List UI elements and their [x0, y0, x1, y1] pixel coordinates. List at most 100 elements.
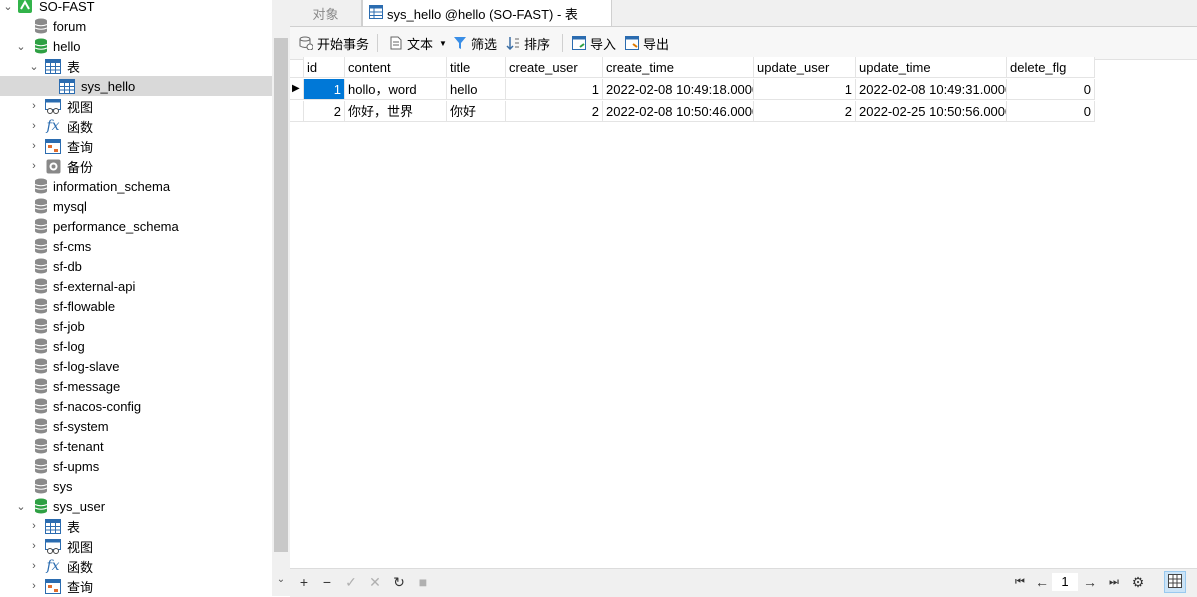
grid-cell[interactable]: 2022-02-08 10:49:18.0000	[603, 79, 754, 100]
tree-item[interactable]: ⌄ sys_user	[0, 496, 272, 516]
filter-button[interactable]: 筛选	[452, 33, 497, 53]
previous-page-icon[interactable]: ←	[1034, 574, 1050, 590]
chevron-right-icon[interactable]: ›	[28, 580, 40, 592]
column-header[interactable]: create_user	[506, 57, 603, 78]
tab-objects[interactable]: 对象	[290, 0, 362, 26]
grid-cell[interactable]: 2	[304, 101, 345, 122]
tree-item[interactable]: › 表	[0, 516, 272, 536]
discard-changes-icon[interactable]: ✕	[367, 574, 383, 590]
tree-item[interactable]: performance_schema	[0, 216, 272, 236]
tree-item[interactable]: information_schema	[0, 176, 272, 196]
first-page-icon[interactable]: ⏮	[1012, 574, 1028, 590]
chevron-right-icon[interactable]: ›	[28, 520, 40, 532]
tree-item[interactable]: sf-db	[0, 256, 272, 276]
text-button[interactable]: 文本 ▼	[388, 33, 447, 53]
tree-item[interactable]: sf-log-slave	[0, 356, 272, 376]
tree-item[interactable]: › 视图	[0, 536, 272, 556]
last-page-icon[interactable]: ⏭	[1106, 574, 1122, 590]
settings-icon[interactable]: ⚙	[1130, 574, 1146, 590]
tree-item[interactable]: sf-external-api	[0, 276, 272, 296]
stop-icon[interactable]: ■	[415, 574, 431, 590]
begin-transaction-button[interactable]: 开始事务	[298, 33, 369, 53]
tree-item[interactable]: › fx 函数	[0, 116, 272, 136]
tree-connection[interactable]: ⌄ SO-FAST	[0, 0, 272, 16]
chevron-down-icon[interactable]: ⌄	[15, 500, 27, 513]
grid-cell[interactable]: hello	[447, 79, 506, 100]
scroll-down-icon[interactable]: ⌄	[274, 574, 288, 590]
tree-item[interactable]: › 查询	[0, 136, 272, 156]
chevron-down-icon[interactable]: ⌄	[15, 40, 27, 53]
column-header[interactable]: update_time	[856, 57, 1007, 78]
chevron-down-icon[interactable]: ⌄	[28, 60, 40, 73]
sidebar-scrollbar[interactable]: ⌄	[272, 0, 290, 596]
export-button[interactable]: 导出	[624, 33, 669, 53]
chevron-right-icon[interactable]: ›	[28, 160, 40, 172]
grid-cell[interactable]: 2	[754, 101, 856, 122]
tab-objects-label: 对象	[312, 6, 339, 22]
tree-item[interactable]: ⌄ 表	[0, 56, 272, 76]
tree-item-label: sf-log-slave	[53, 358, 120, 374]
sort-icon	[505, 35, 521, 51]
tree-item[interactable]: mysql	[0, 196, 272, 216]
next-page-icon[interactable]: →	[1082, 574, 1098, 590]
grid-cell[interactable]: 2022-02-25 10:50:56.0000	[856, 101, 1007, 122]
grid-cell[interactable]: hollo，word	[345, 79, 447, 100]
tree-item[interactable]: sys	[0, 476, 272, 496]
grid-cell[interactable]: 2	[506, 101, 603, 122]
grid-cell[interactable]: 0	[1007, 101, 1095, 122]
tree-item[interactable]: sf-job	[0, 316, 272, 336]
grid-cell[interactable]: 2022-02-08 10:49:31.0000	[856, 79, 1007, 100]
tree-item[interactable]: sf-system	[0, 416, 272, 436]
sort-button[interactable]: 排序	[505, 33, 550, 53]
apply-changes-icon[interactable]: ✓	[343, 574, 359, 590]
tree-item[interactable]: ⌄ hello	[0, 36, 272, 56]
grid-cell[interactable]: 2022-02-08 10:50:46.0000	[603, 101, 754, 122]
tree-item[interactable]: sf-log	[0, 336, 272, 356]
column-header[interactable]: content	[345, 57, 447, 78]
grid-cell[interactable]: 你好	[447, 101, 506, 122]
export-icon	[624, 35, 640, 51]
tree-item[interactable]: sf-nacos-config	[0, 396, 272, 416]
chevron-right-icon[interactable]: ›	[28, 140, 40, 152]
tree-item[interactable]: › 视图	[0, 96, 272, 116]
tree-item-label: sys_user	[53, 498, 106, 514]
grid-cell[interactable]: 你好，世界	[345, 101, 447, 122]
tree-item[interactable]: › 查询	[0, 576, 272, 596]
refresh-icon[interactable]: ↻	[391, 574, 407, 590]
grid-cell[interactable]: 1	[304, 79, 345, 100]
scrollbar-thumb[interactable]	[274, 38, 288, 552]
grid-cell[interactable]: 1	[754, 79, 856, 100]
tree-item[interactable]: sf-upms	[0, 456, 272, 476]
chevron-right-icon[interactable]: ›	[28, 100, 40, 112]
column-header[interactable]: update_user	[754, 57, 856, 78]
delete-record-icon[interactable]: −	[319, 574, 335, 590]
grid-view-button[interactable]	[1164, 571, 1186, 593]
tree-item[interactable]: › 备份	[0, 156, 272, 176]
tree-item[interactable]: forum	[0, 16, 272, 36]
add-record-icon[interactable]: +	[296, 574, 312, 590]
tree-item[interactable]: › fx 函数	[0, 556, 272, 576]
tree-item[interactable]: sys_hello	[0, 76, 272, 96]
row-selector[interactable]: ▶	[290, 79, 304, 100]
column-header[interactable]: create_time	[603, 57, 754, 78]
tree-item[interactable]: sf-cms	[0, 236, 272, 256]
grid-cell[interactable]: 1	[506, 79, 603, 100]
toolbar-divider	[377, 34, 378, 52]
tree-item[interactable]: sf-flowable	[0, 296, 272, 316]
column-header[interactable]: title	[447, 57, 506, 78]
tab-sys-hello[interactable]: sys_hello @hello (SO-FAST) - 表	[362, 0, 612, 26]
import-button[interactable]: 导入	[571, 33, 616, 53]
grid-cell[interactable]: 0	[1007, 79, 1095, 100]
tree-item-label: 备份	[67, 159, 94, 175]
column-header[interactable]: delete_flg	[1007, 57, 1095, 78]
row-selector[interactable]	[290, 101, 304, 122]
chevron-right-icon[interactable]: ›	[28, 540, 40, 552]
chevron-right-icon[interactable]: ›	[28, 560, 40, 572]
page-number-field[interactable]: 1	[1052, 573, 1078, 591]
chevron-down-icon[interactable]: ⌄	[2, 0, 14, 13]
tree-item[interactable]: sf-tenant	[0, 436, 272, 456]
chevron-right-icon[interactable]: ›	[28, 120, 40, 132]
column-header[interactable]: id	[304, 57, 345, 78]
document-icon	[388, 35, 404, 51]
tree-item[interactable]: sf-message	[0, 376, 272, 396]
